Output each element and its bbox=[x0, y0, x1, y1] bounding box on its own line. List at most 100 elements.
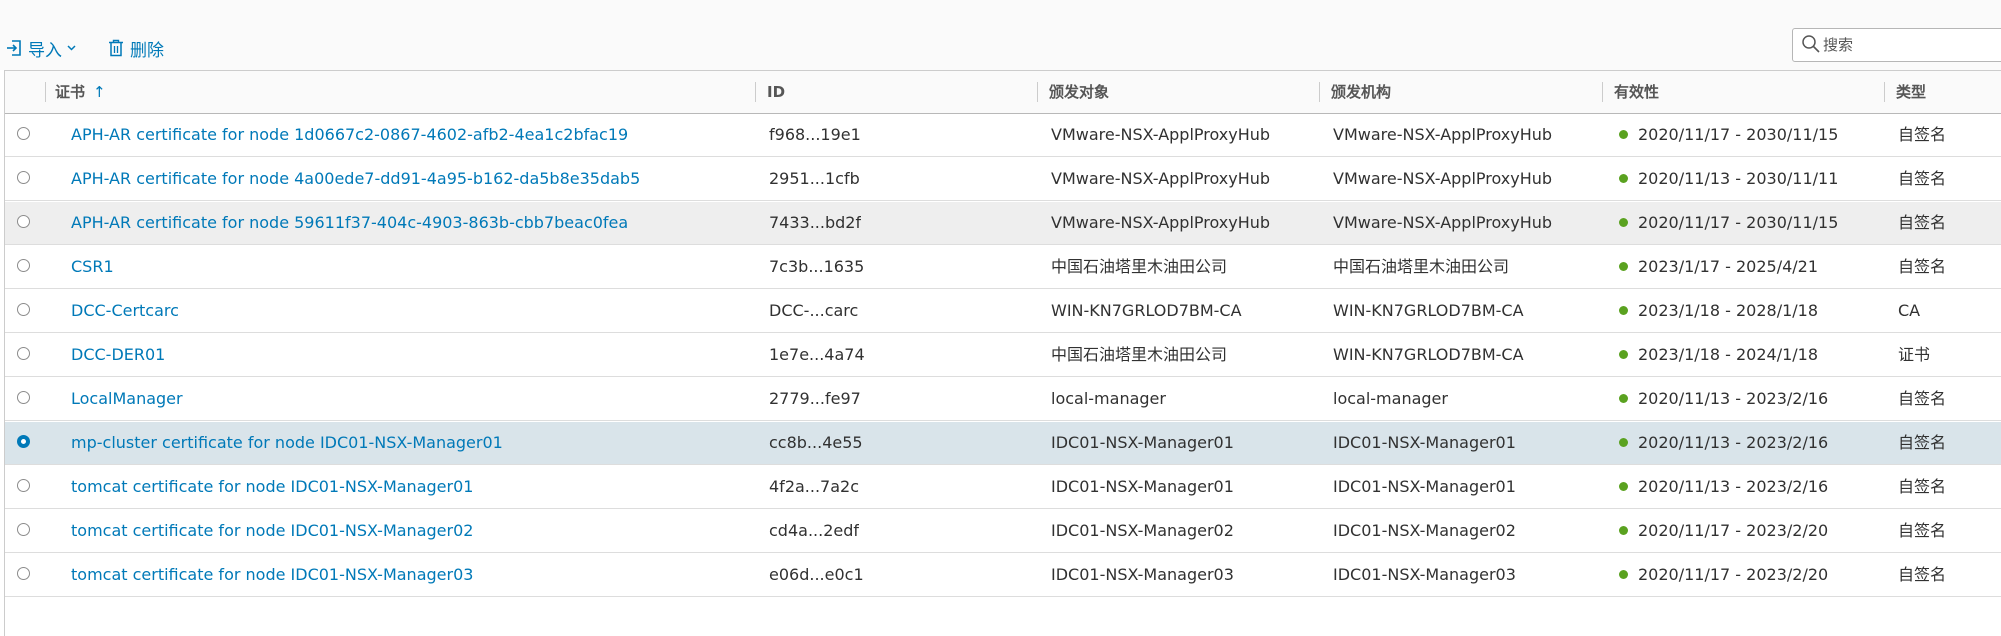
issued-to: IDC01-NSX-Manager01 bbox=[1051, 477, 1234, 496]
certificate-id: 1e7e...4a74 bbox=[769, 345, 865, 364]
import-button[interactable]: 导入 bbox=[6, 36, 76, 61]
column-header-label: 类型 bbox=[1896, 83, 1927, 101]
certificate-id: cd4a...2edf bbox=[769, 521, 860, 540]
validity: 2020/11/17 - 2023/2/20 bbox=[1619, 510, 1828, 552]
certificate-name-link[interactable]: mp-cluster certificate for node IDC01-NS… bbox=[71, 422, 503, 464]
issued-to: VMware-NSX-ApplProxyHub bbox=[1051, 169, 1271, 188]
validity: 2020/11/13 - 2030/11/11 bbox=[1619, 158, 1838, 200]
table-row[interactable]: CSR1 7c3b...1635 中国石油塔里木油田公司 中国石油塔里木油田公司… bbox=[5, 246, 2001, 289]
row-radio[interactable] bbox=[17, 391, 30, 404]
validity: 2023/1/18 - 2028/1/18 bbox=[1619, 290, 1818, 332]
certificate-id: cc8b...4e55 bbox=[769, 433, 863, 452]
column-separator[interactable] bbox=[1884, 82, 1885, 102]
certificate-id: 4f2a...7a2c bbox=[769, 477, 860, 496]
issued-by: WIN-KN7GRLOD7BM-CA bbox=[1333, 301, 1524, 320]
issued-to: WIN-KN7GRLOD7BM-CA bbox=[1051, 301, 1242, 320]
certificate-name-link[interactable]: tomcat certificate for node IDC01-NSX-Ma… bbox=[71, 466, 473, 508]
issued-by: VMware-NSX-ApplProxyHub bbox=[1333, 125, 1553, 144]
row-radio[interactable] bbox=[17, 259, 30, 272]
validity-range: 2020/11/17 - 2030/11/15 bbox=[1638, 125, 1839, 144]
issued-by: local-manager bbox=[1333, 389, 1448, 408]
certificate-type: 自签名 bbox=[1898, 433, 1947, 452]
delete-button[interactable]: 删除 bbox=[108, 36, 164, 61]
issued-to: 中国石油塔里木油田公司 bbox=[1051, 257, 1228, 276]
column-separator[interactable] bbox=[1602, 82, 1603, 102]
row-radio[interactable] bbox=[17, 523, 30, 536]
sort-ascending-icon[interactable]: ↑ bbox=[93, 71, 106, 113]
status-ok-dot bbox=[1619, 526, 1628, 535]
certificate-name-link[interactable]: APH-AR certificate for node 4a00ede7-dd9… bbox=[71, 158, 640, 200]
validity: 2020/11/17 - 2023/2/20 bbox=[1619, 554, 1828, 596]
validity: 2020/11/17 - 2030/11/15 bbox=[1619, 202, 1838, 244]
validity-range: 2020/11/17 - 2023/2/20 bbox=[1638, 565, 1829, 584]
column-header-validity[interactable]: 有效性 bbox=[1614, 71, 1659, 113]
certificate-name-link[interactable]: DCC-DER01 bbox=[71, 334, 165, 376]
status-ok-dot bbox=[1619, 306, 1628, 315]
issued-by: 中国石油塔里木油田公司 bbox=[1333, 257, 1510, 276]
table-row[interactable]: tomcat certificate for node IDC01-NSX-Ma… bbox=[5, 554, 2001, 597]
certificate-name-link[interactable]: APH-AR certificate for node 1d0667c2-086… bbox=[71, 114, 628, 156]
table-row[interactable]: LocalManager 2779...fe97 local-manager l… bbox=[5, 378, 2001, 421]
column-header-id[interactable]: ID bbox=[767, 71, 785, 113]
issued-by: IDC01-NSX-Manager03 bbox=[1333, 565, 1516, 584]
table-row[interactable]: APH-AR certificate for node 4a00ede7-dd9… bbox=[5, 158, 2001, 201]
issued-by: VMware-NSX-ApplProxyHub bbox=[1333, 213, 1553, 232]
table-row[interactable]: tomcat certificate for node IDC01-NSX-Ma… bbox=[5, 510, 2001, 553]
row-radio[interactable] bbox=[17, 567, 30, 580]
column-header-issued-by[interactable]: 颁发机构 bbox=[1331, 71, 1391, 113]
column-header-issued-to[interactable]: 颁发对象 bbox=[1049, 71, 1109, 113]
table-row[interactable]: APH-AR certificate for node 59611f37-404… bbox=[5, 202, 2001, 245]
issued-to: VMware-NSX-ApplProxyHub bbox=[1051, 213, 1271, 232]
search-box bbox=[1792, 28, 2001, 62]
issued-to: IDC01-NSX-Manager02 bbox=[1051, 521, 1234, 540]
certificate-name-link[interactable]: LocalManager bbox=[71, 378, 183, 420]
table-row[interactable]: DCC-DER01 1e7e...4a74 中国石油塔里木油田公司 WIN-KN… bbox=[5, 334, 2001, 377]
certificate-name-link[interactable]: DCC-Certcarc bbox=[71, 290, 179, 332]
column-header-label: 颁发机构 bbox=[1331, 83, 1392, 101]
table-row[interactable]: tomcat certificate for node IDC01-NSX-Ma… bbox=[5, 466, 2001, 509]
issued-by: IDC01-NSX-Manager01 bbox=[1333, 477, 1516, 496]
table-row-selected[interactable]: mp-cluster certificate for node IDC01-NS… bbox=[5, 422, 2001, 465]
certificate-name-link[interactable]: tomcat certificate for node IDC01-NSX-Ma… bbox=[71, 510, 473, 552]
issued-to: 中国石油塔里木油田公司 bbox=[1051, 345, 1228, 364]
column-separator[interactable] bbox=[755, 82, 756, 102]
certificate-type: 自签名 bbox=[1898, 213, 1947, 232]
column-separator[interactable] bbox=[1037, 82, 1038, 102]
certificate-name-link[interactable]: APH-AR certificate for node 59611f37-404… bbox=[71, 202, 628, 244]
chevron-down-icon bbox=[67, 45, 76, 51]
row-radio[interactable] bbox=[17, 171, 30, 184]
row-radio[interactable] bbox=[17, 303, 30, 316]
validity: 2020/11/17 - 2030/11/15 bbox=[1619, 114, 1838, 156]
row-radio[interactable] bbox=[17, 347, 30, 360]
column-header-label: 有效性 bbox=[1614, 83, 1660, 101]
row-radio[interactable] bbox=[17, 215, 30, 228]
issued-to: VMware-NSX-ApplProxyHub bbox=[1051, 125, 1271, 144]
search-input[interactable] bbox=[1823, 34, 1993, 56]
validity-range: 2020/11/13 - 2023/2/16 bbox=[1638, 389, 1829, 408]
status-ok-dot bbox=[1619, 570, 1628, 579]
validity: 2023/1/17 - 2025/4/21 bbox=[1619, 246, 1818, 288]
certificate-name-link[interactable]: tomcat certificate for node IDC01-NSX-Ma… bbox=[71, 554, 473, 596]
row-radio-selected[interactable] bbox=[17, 435, 30, 448]
validity-range: 2020/11/13 - 2023/2/16 bbox=[1638, 433, 1829, 452]
column-header-type[interactable]: 类型 bbox=[1896, 71, 1926, 113]
row-radio[interactable] bbox=[17, 127, 30, 140]
issued-by: IDC01-NSX-Manager01 bbox=[1333, 433, 1516, 452]
certificate-type: 自签名 bbox=[1898, 389, 1947, 408]
validity-range: 2023/1/18 - 2024/1/18 bbox=[1638, 345, 1819, 364]
issued-by: IDC01-NSX-Manager02 bbox=[1333, 521, 1516, 540]
validity-range: 2020/11/17 - 2030/11/15 bbox=[1638, 213, 1839, 232]
table-row[interactable]: DCC-Certcarc DCC-...carc WIN-KN7GRLOD7BM… bbox=[5, 290, 2001, 333]
row-radio[interactable] bbox=[17, 479, 30, 492]
issued-by: WIN-KN7GRLOD7BM-CA bbox=[1333, 345, 1524, 364]
toolbar: 导入 删除 bbox=[0, 0, 2001, 70]
certificate-id: 7c3b...1635 bbox=[769, 257, 865, 276]
status-ok-dot bbox=[1619, 130, 1628, 139]
certificate-id: f968...19e1 bbox=[769, 125, 861, 144]
certificate-id: 2951...1cfb bbox=[769, 169, 860, 188]
column-separator[interactable] bbox=[1319, 82, 1320, 102]
validity: 2020/11/13 - 2023/2/16 bbox=[1619, 422, 1828, 464]
certificate-name-link[interactable]: CSR1 bbox=[71, 246, 114, 288]
column-header-certificate[interactable]: 证书 ↑ bbox=[55, 71, 106, 113]
table-row[interactable]: APH-AR certificate for node 1d0667c2-086… bbox=[5, 114, 2001, 157]
